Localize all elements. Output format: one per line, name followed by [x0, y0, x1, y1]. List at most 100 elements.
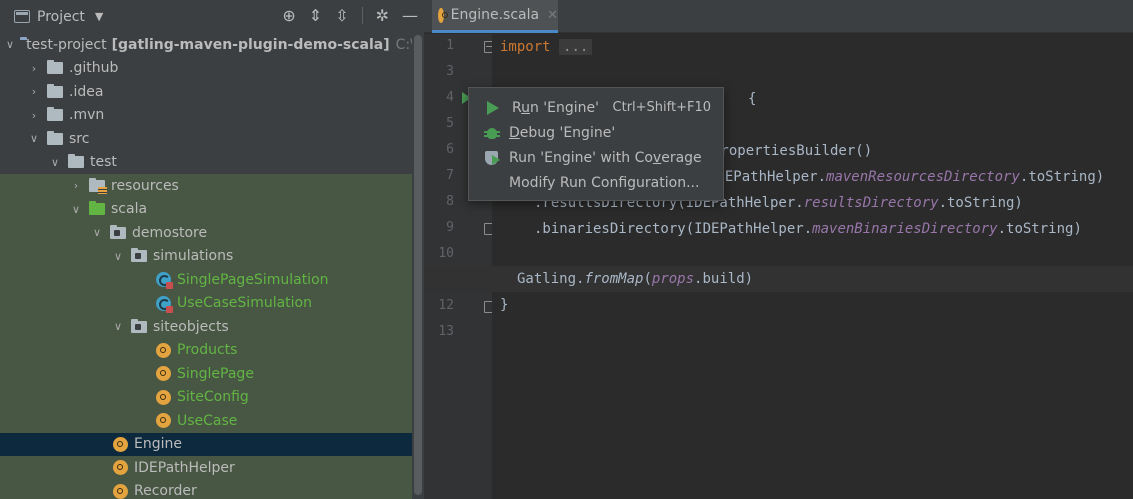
folder-icon: [68, 154, 84, 169]
expand-all-icon[interactable]: ⇕: [309, 6, 322, 25]
tree-item-scala[interactable]: ∨ scala: [0, 197, 412, 221]
scala-object-icon: [438, 7, 448, 23]
gear-icon[interactable]: ✲: [376, 6, 389, 25]
menu-item-modify-run-configuration[interactable]: Modify Run Configuration...: [469, 170, 723, 195]
code-text: .toString): [938, 195, 1023, 211]
folded-imports[interactable]: ...: [559, 39, 593, 55]
scala-class-icon: [156, 272, 173, 290]
chevron-down-icon[interactable]: ▼: [95, 10, 103, 23]
module-name: [gatling-maven-plugin-demo-scala]: [111, 36, 390, 53]
chevron-right-icon[interactable]: ›: [27, 62, 41, 75]
chevron-right-icon[interactable]: ›: [69, 179, 83, 192]
tree-item-simulations[interactable]: ∨ simulations: [0, 244, 412, 268]
tree-item-mvn[interactable]: › .mvn: [0, 104, 424, 128]
line-number: 13: [438, 324, 454, 339]
project-header: Project ▼ ⊕ ⇕ ⇳ ✲ —: [0, 0, 424, 33]
menu-item-run-with-coverage[interactable]: Run 'Engine' with Coverage: [469, 145, 723, 170]
project-toolbar: ⊕ ⇕ ⇳ ✲ —: [282, 6, 418, 25]
scala-object-icon: [113, 460, 128, 476]
line-number: 9: [446, 220, 454, 235]
scrollbar-thumb[interactable]: [414, 35, 422, 495]
code-line-4: {: [748, 91, 757, 107]
hide-icon[interactable]: —: [402, 6, 418, 25]
chevron-down-icon[interactable]: ∨: [90, 226, 104, 239]
tree-item-label: .idea: [69, 83, 104, 100]
tree-item-label: demostore: [132, 224, 208, 241]
folder-icon: [47, 107, 63, 122]
code-text: IDEPathHelper.: [708, 169, 827, 185]
project-scrollbar[interactable]: [412, 33, 424, 499]
tree-item-label: Products: [177, 342, 238, 359]
project-view-selector[interactable]: Project: [37, 9, 85, 25]
chevron-down-icon[interactable]: ∨: [111, 250, 125, 263]
line-number: 6: [446, 142, 454, 157]
code-line-9: .binariesDirectory(IDEPathHelper.mavenBi…: [534, 216, 1082, 242]
menu-item-label: Run 'Engine': [512, 99, 599, 116]
chevron-down-icon[interactable]: ∨: [111, 320, 125, 333]
tree-item-label: IDEPathHelper: [134, 459, 235, 476]
keyword: import: [500, 39, 551, 55]
coverage-icon: [484, 150, 501, 166]
tree-item-engine[interactable]: Engine: [0, 432, 412, 456]
code-line-6: PropertiesBuilder(): [712, 143, 873, 159]
tree-item-test-project[interactable]: ∨ test-project [gatling-maven-plugin-dem…: [0, 33, 424, 57]
tree-item-usecasesimulation[interactable]: UseCaseSimulation: [0, 291, 412, 315]
collapse-all-icon[interactable]: ⇳: [335, 6, 348, 25]
menu-item-debug[interactable]: Debug 'Engine': [469, 120, 723, 145]
tree-item-label: scala: [111, 201, 148, 218]
folder-icon: [47, 83, 63, 98]
tree-item-demostore[interactable]: ∨ demostore: [0, 221, 412, 245]
line-number: 4: [446, 90, 454, 105]
field-reference: props: [651, 271, 695, 287]
tree-item-usecase[interactable]: UseCase: [0, 409, 412, 433]
tree-item-products[interactable]: Products: [0, 338, 412, 362]
code-text: .build): [694, 271, 754, 287]
scala-object-icon: [156, 366, 171, 382]
run-context-menu: Run 'Engine' Ctrl+Shift+F10 Debug 'Engin…: [468, 87, 724, 201]
tree-item-idepathhelper[interactable]: IDEPathHelper: [0, 456, 412, 480]
resources-folder-icon: [89, 177, 107, 194]
tree-item-github[interactable]: › .github: [0, 57, 424, 81]
line-number: 12: [438, 298, 454, 313]
tree-item-label: siteobjects: [153, 318, 229, 335]
chevron-down-icon[interactable]: ∨: [27, 132, 41, 145]
tree-item-resources[interactable]: › resources: [0, 174, 412, 198]
tree-item-idea[interactable]: › .idea: [0, 80, 424, 104]
chevron-down-icon[interactable]: ∨: [48, 156, 62, 169]
tree-item-label: Engine: [134, 436, 182, 453]
tree-item-siteconfig[interactable]: SiteConfig: [0, 385, 412, 409]
code-text: (: [643, 271, 652, 287]
chevron-right-icon[interactable]: ›: [27, 85, 41, 98]
toolbar-divider: [361, 7, 363, 24]
tree-item-singlepagesimulation[interactable]: SinglePageSimulation: [0, 268, 412, 292]
tree-item-src[interactable]: ∨ src: [0, 127, 424, 151]
tree-item-siteobjects[interactable]: ∨ siteobjects: [0, 315, 412, 339]
field-reference: mavenBinariesDirectory: [812, 221, 998, 237]
method-reference: fromMap: [584, 271, 644, 287]
project-tool-window: Project ▼ ⊕ ⇕ ⇳ ✲ — ∨ test-project [gatl…: [0, 0, 424, 499]
chevron-down-icon[interactable]: ∨: [6, 38, 14, 51]
scala-object-icon: [113, 483, 128, 499]
tree-item-singlepage[interactable]: SinglePage: [0, 362, 412, 386]
tree-item-recorder[interactable]: Recorder: [0, 479, 412, 499]
tree-item-test[interactable]: ∨ test: [0, 151, 424, 175]
tab-engine-scala[interactable]: Engine.scala ✕: [432, 0, 558, 33]
scala-object-icon: [156, 413, 171, 429]
menu-item-run[interactable]: Run 'Engine' Ctrl+Shift+F10: [469, 95, 723, 120]
field-reference: resultsDirectory: [803, 195, 939, 211]
locate-icon[interactable]: ⊕: [282, 6, 295, 25]
tree-item-label: resources: [111, 177, 179, 194]
package-icon: [131, 318, 147, 333]
scala-object-icon: [113, 436, 128, 452]
code-text: Gatling.: [517, 271, 585, 287]
chevron-right-icon[interactable]: ›: [27, 109, 41, 122]
tree-item-label: SinglePageSimulation: [177, 271, 329, 288]
package-icon: [110, 224, 126, 239]
project-window-icon: [14, 10, 30, 23]
code-text: .toString): [1019, 169, 1105, 185]
field-reference: mavenResourcesDirectory: [826, 169, 1020, 185]
chevron-down-icon[interactable]: ∨: [69, 203, 83, 216]
folder-icon: [47, 130, 63, 145]
shortcut-label: Ctrl+Shift+F10: [612, 100, 711, 115]
close-icon[interactable]: ✕: [547, 8, 558, 23]
